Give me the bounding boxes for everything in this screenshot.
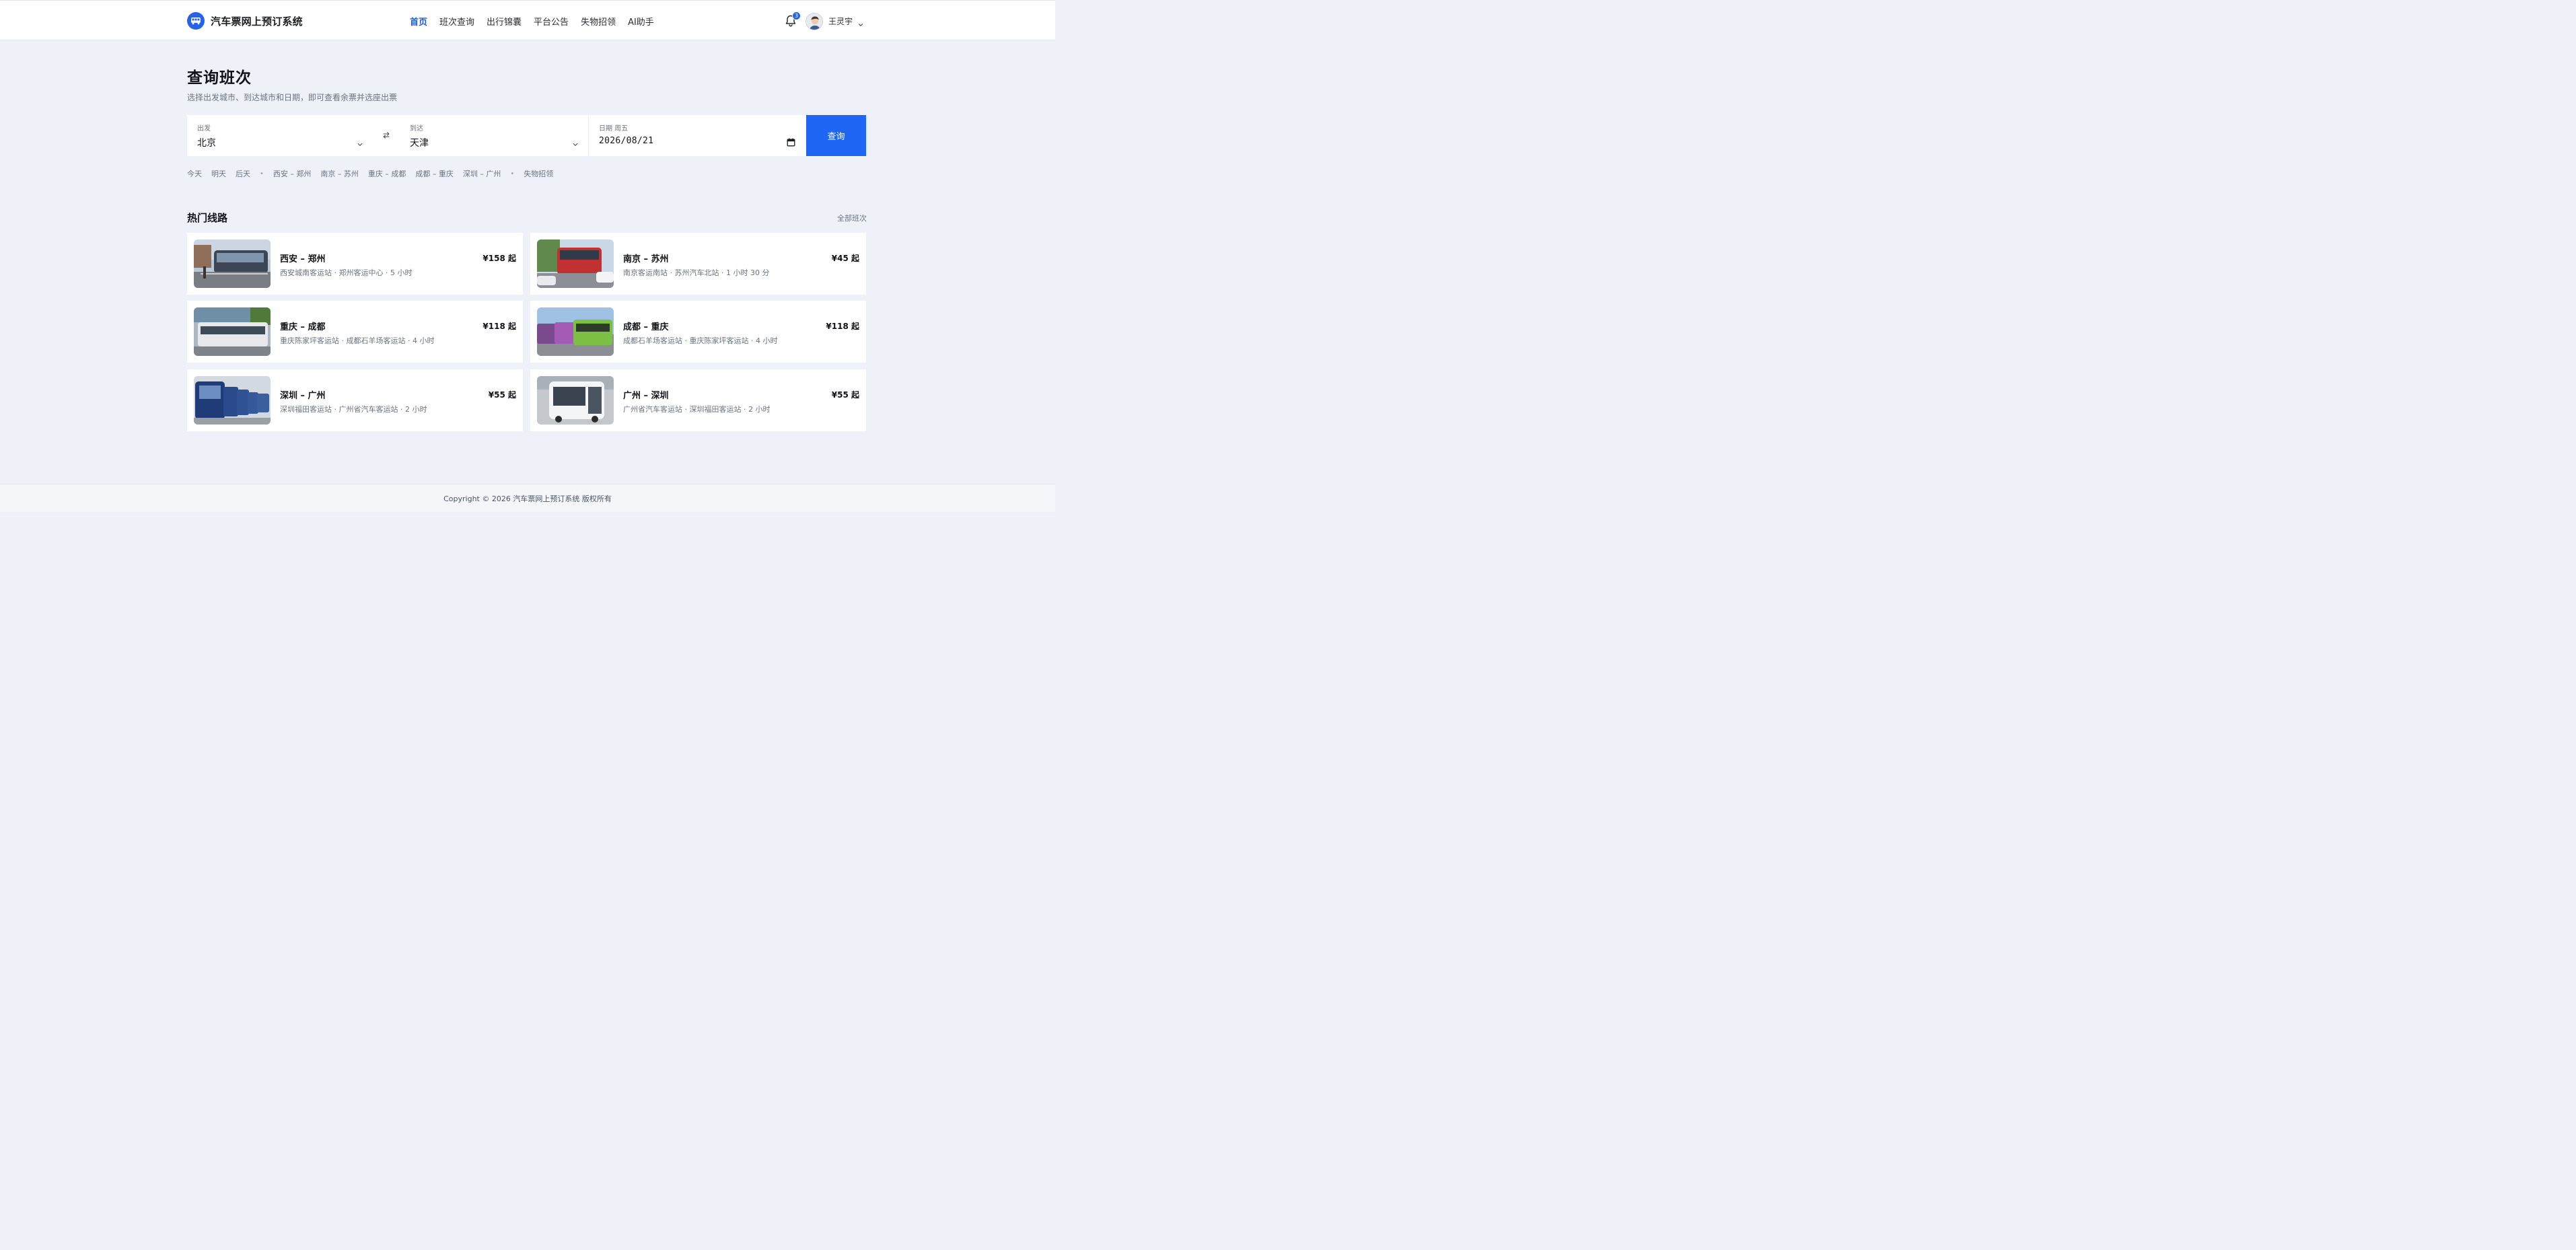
bus-photo xyxy=(537,376,614,425)
nav-schedule-search[interactable]: 班次查询 xyxy=(439,15,474,28)
notification-badge: 3 xyxy=(792,11,801,20)
route-price: ¥45 起 xyxy=(831,254,859,263)
bus-photo xyxy=(537,240,614,288)
swap-icon xyxy=(382,129,390,142)
quick-links: 今天 明天 后天 • 西安 – 郑州 南京 – 苏州 重庆 – 成都 成都 – … xyxy=(187,169,563,178)
date-input[interactable]: 日期 周五 2026/08/21 xyxy=(589,115,806,156)
from-value: 北京 xyxy=(197,138,216,149)
route-name: 成都 – 重庆 xyxy=(623,322,669,332)
hot-routes-title: 热门线路 xyxy=(187,212,228,224)
route-name: 西安 – 郑州 xyxy=(280,254,326,264)
route-meta: 西安城南客运站 · 郑州客运中心 · 5 小时 xyxy=(280,268,413,277)
route-price: ¥55 起 xyxy=(488,390,516,400)
bus-photo xyxy=(194,307,271,356)
route-meta: 南京客运南站 · 苏州汽车北站 · 1 小时 30 分 xyxy=(623,268,770,277)
date-value: 2026/08/21 xyxy=(599,136,654,146)
date-label: 日期 周五 xyxy=(599,125,629,133)
route-name: 广州 – 深圳 xyxy=(623,391,669,401)
bus-photo xyxy=(194,240,271,288)
user-name: 王灵宇 xyxy=(828,17,853,26)
quick-date-tomorrow[interactable]: 明天 xyxy=(211,168,226,179)
route-card[interactable]: 重庆 – 成都 重庆陈家坪客运站 · 成都石羊场客运站 · 4 小时 ¥118 … xyxy=(187,301,523,363)
route-card[interactable]: 南京 – 苏州 南京客运南站 · 苏州汽车北站 · 1 小时 30 分 ¥45 … xyxy=(530,233,866,295)
quick-route-link[interactable]: 深圳 – 广州 xyxy=(463,168,501,179)
top-header: 汽车票网上预订系统 首页 班次查询 出行锦囊 平台公告 失物招领 AI助手 3 … xyxy=(0,0,1055,40)
swap-cities-button[interactable] xyxy=(373,115,400,156)
all-schedules-link[interactable]: 全部班次 xyxy=(837,213,867,223)
from-label: 出发 xyxy=(197,125,211,133)
search-form: 出发 北京 到达 天津 日期 周五 2026/08/21 查询 xyxy=(187,115,866,156)
to-city-select[interactable]: 到达 天津 xyxy=(400,115,588,156)
route-card[interactable]: 西安 – 郑州 西安城南客运站 · 郑州客运中心 · 5 小时 ¥158 起 xyxy=(187,233,523,295)
quick-route-link[interactable]: 南京 – 苏州 xyxy=(320,168,359,179)
avatar xyxy=(806,12,823,30)
route-name: 南京 – 苏州 xyxy=(623,254,669,264)
separator-dot: • xyxy=(510,170,515,178)
quick-route-link[interactable]: 西安 – 郑州 xyxy=(273,168,312,179)
route-meta: 重庆陈家坪客运站 · 成都石羊场客运站 · 4 小时 xyxy=(280,336,435,345)
bus-icon xyxy=(187,12,205,30)
nav-ai-assistant[interactable]: AI助手 xyxy=(628,15,654,28)
quick-lost-and-found[interactable]: 失物招领 xyxy=(524,168,553,179)
chevron-down-icon xyxy=(357,138,363,146)
route-card[interactable]: 深圳 – 广州 深圳福田客运站 · 广州省汽车客运站 · 2 小时 ¥55 起 xyxy=(187,369,523,431)
route-price: ¥118 起 xyxy=(482,322,516,331)
route-meta: 广州省汽车客运站 · 深圳福田客运站 · 2 小时 xyxy=(623,405,771,414)
nav-lost-and-found[interactable]: 失物招领 xyxy=(581,15,616,28)
route-price: ¥158 起 xyxy=(482,254,516,263)
brand-title: 汽车票网上预订系统 xyxy=(211,15,303,28)
quick-route-link[interactable]: 重庆 – 成都 xyxy=(368,168,406,179)
bus-photo xyxy=(537,307,614,356)
chevron-down-icon xyxy=(857,18,864,26)
route-name: 深圳 – 广州 xyxy=(280,391,326,401)
route-meta: 深圳福田客运站 · 广州省汽车客运站 · 2 小时 xyxy=(280,405,427,414)
footer: Copyright © 2026 汽车票网上预订系统 版权所有 xyxy=(0,484,1055,512)
chevron-down-icon xyxy=(572,138,579,146)
page-subtitle: 选择出发城市、到达城市和日期，即可查看余票并选座出票 xyxy=(187,93,398,102)
to-label: 到达 xyxy=(410,125,423,133)
user-menu[interactable]: 王灵宇 xyxy=(806,12,864,30)
main-nav: 首页 班次查询 出行锦囊 平台公告 失物招领 AI助手 xyxy=(404,1,660,41)
route-meta: 成都石羊场客运站 · 重庆陈家坪客运站 · 4 小时 xyxy=(623,336,778,345)
route-card[interactable]: 广州 – 深圳 广州省汽车客运站 · 深圳福田客运站 · 2 小时 ¥55 起 xyxy=(530,369,866,431)
bus-photo xyxy=(194,376,271,425)
copyright-text: Copyright © 2026 汽车票网上预订系统 版权所有 xyxy=(443,494,612,503)
calendar-icon[interactable] xyxy=(787,137,795,147)
route-price: ¥55 起 xyxy=(831,390,859,400)
separator-dot: • xyxy=(260,170,264,178)
route-price: ¥118 起 xyxy=(826,322,859,331)
quick-date-day-after[interactable]: 后天 xyxy=(236,168,250,179)
route-card[interactable]: 成都 – 重庆 成都石羊场客运站 · 重庆陈家坪客运站 · 4 小时 ¥118 … xyxy=(530,301,866,363)
from-city-select[interactable]: 出发 北京 xyxy=(187,115,373,156)
search-button[interactable]: 查询 xyxy=(806,115,866,156)
nav-home[interactable]: 首页 xyxy=(410,15,427,28)
page-title: 查询班次 xyxy=(187,69,252,87)
route-name: 重庆 – 成都 xyxy=(280,322,326,332)
quick-route-link[interactable]: 成都 – 重庆 xyxy=(415,168,454,179)
quick-date-today[interactable]: 今天 xyxy=(187,168,202,179)
nav-announcements[interactable]: 平台公告 xyxy=(534,15,569,28)
to-value: 天津 xyxy=(410,138,429,149)
nav-travel-tips[interactable]: 出行锦囊 xyxy=(487,15,522,28)
brand[interactable]: 汽车票网上预订系统 xyxy=(187,12,303,30)
